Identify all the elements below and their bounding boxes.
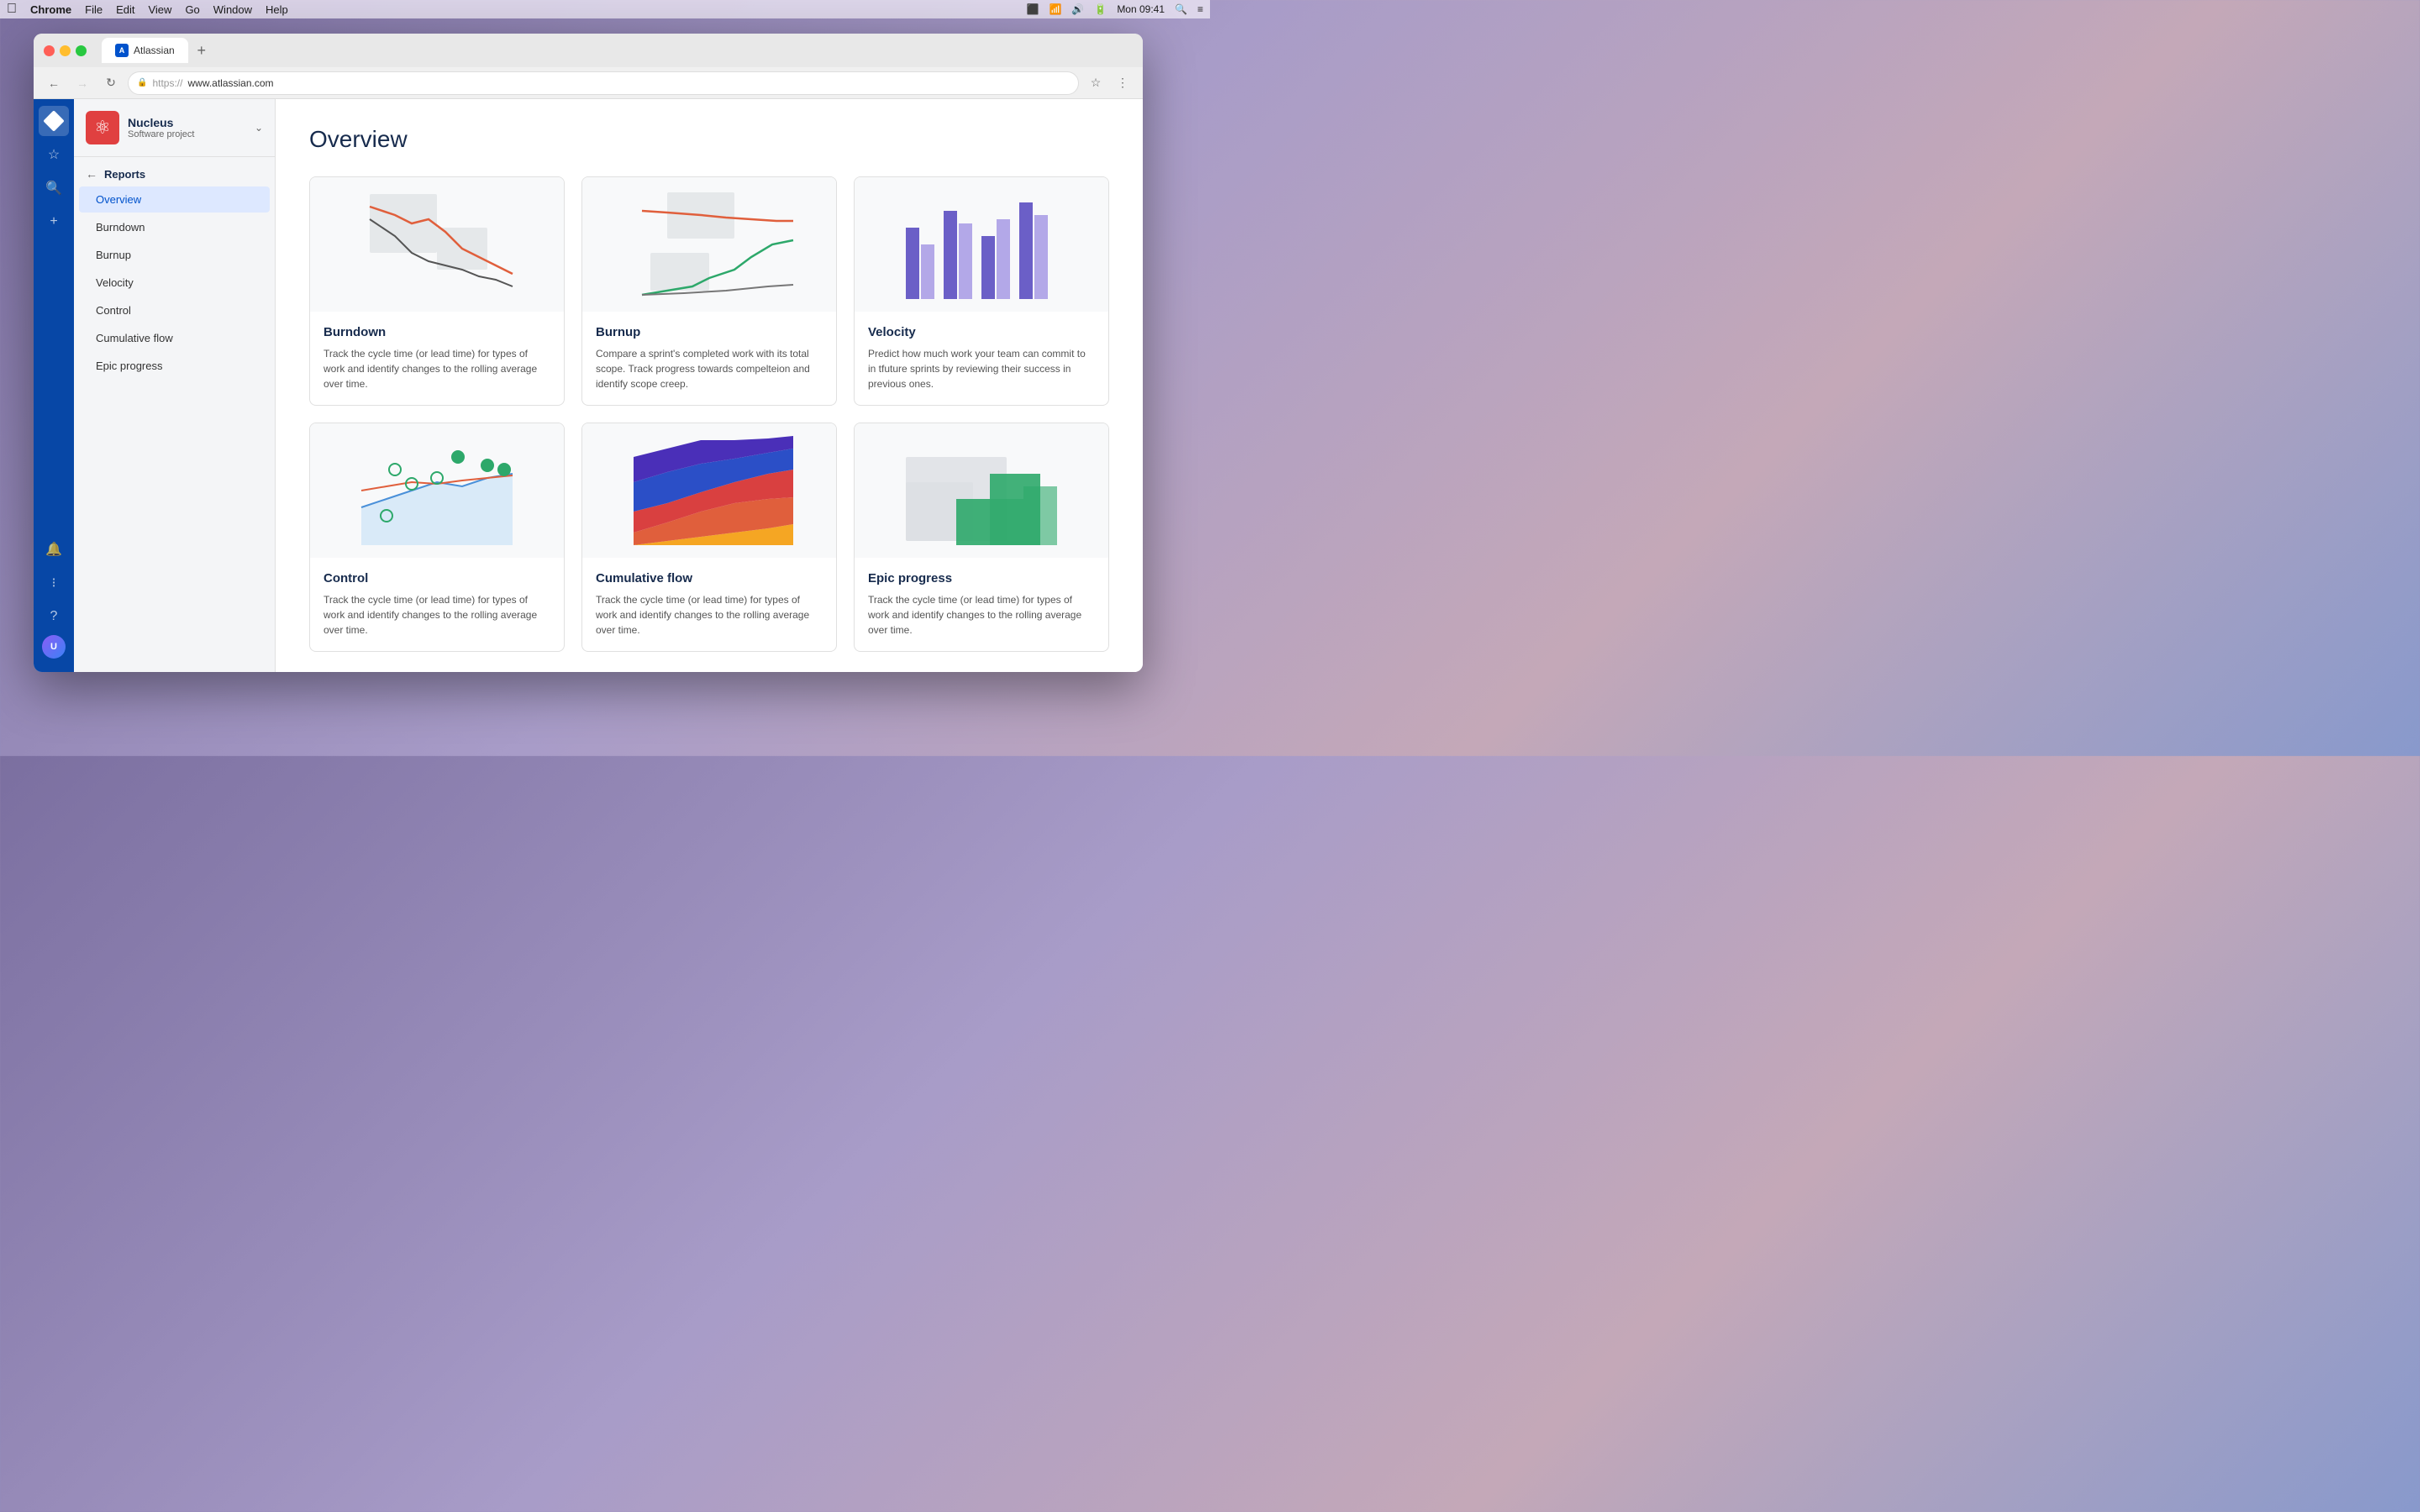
airplay-icon: ⬛: [1027, 3, 1039, 15]
file-menu[interactable]: File: [85, 3, 103, 16]
card-desc-epic: Track the cycle time (or lead time) for …: [868, 592, 1095, 638]
control-center-icon[interactable]: ≡: [1197, 3, 1203, 15]
wifi-icon: 📶: [1049, 3, 1061, 15]
user-avatar[interactable]: U: [42, 635, 66, 659]
card-title-cumulative: Cumulative flow: [596, 571, 823, 585]
card-body-epic: Epic progress Track the cycle time (or l…: [855, 558, 1108, 651]
tab-area: A Atlassian +: [102, 38, 1133, 63]
nav-section-label: Reports: [104, 168, 145, 181]
nav-item-overview[interactable]: Overview: [79, 186, 270, 213]
url-domain: www.atlassian.com: [187, 77, 273, 89]
project-chevron-icon[interactable]: ⌄: [255, 122, 263, 134]
nav-item-epic-progress[interactable]: Epic progress: [79, 353, 270, 379]
maximize-button[interactable]: [76, 45, 87, 56]
app-sidebar: ☆ 🔍 + 🔔 ⁝ ? U: [34, 99, 74, 672]
window-menu[interactable]: Window: [213, 3, 252, 16]
search-icon[interactable]: 🔍: [1175, 3, 1187, 15]
sidebar-icon-starred[interactable]: ☆: [39, 139, 69, 170]
card-title-burnup: Burnup: [596, 325, 823, 339]
card-body-control: Control Track the cycle time (or lead ti…: [310, 558, 564, 651]
edit-menu[interactable]: Edit: [116, 3, 134, 16]
sidebar-icon-help[interactable]: ?: [39, 601, 69, 632]
traffic-lights: [44, 45, 87, 56]
sidebar-icon-notifications[interactable]: 🔔: [39, 534, 69, 564]
card-burnup[interactable]: Burnup Compare a sprint's completed work…: [581, 176, 837, 406]
card-body-cumulative: Cumulative flow Track the cycle time (or…: [582, 558, 836, 651]
volume-icon: 🔊: [1071, 3, 1084, 15]
project-logo-icon: ⚛: [94, 117, 111, 139]
url-protocol: https://: [152, 77, 182, 89]
card-body-burndown: Burndown Track the cycle time (or lead t…: [310, 312, 564, 405]
reload-button[interactable]: ↻: [99, 71, 123, 95]
sidebar-icon-home[interactable]: [39, 106, 69, 136]
reports-grid: Burndown Track the cycle time (or lead t…: [309, 176, 1109, 652]
browser-toolbar: ← → ↻ 🔒 https:// www.atlassian.com ☆ ⋮: [34, 67, 1143, 99]
card-title-burndown: Burndown: [324, 325, 550, 339]
project-nav: ⚛ Nucleus Software project ⌄ ← Reports O…: [74, 99, 276, 672]
project-name: Nucleus: [128, 116, 246, 129]
browser-window: A Atlassian + ← → ↻ 🔒 https:// www.atlas…: [34, 34, 1143, 672]
forward-button[interactable]: →: [71, 71, 94, 95]
browser-tab-atlassian[interactable]: A Atlassian: [102, 38, 188, 63]
nav-item-cumulative-flow[interactable]: Cumulative flow: [79, 325, 270, 351]
card-chart-burnup: [582, 177, 836, 312]
minimize-button[interactable]: [60, 45, 71, 56]
card-body-velocity: Velocity Predict how much work your team…: [855, 312, 1108, 405]
card-chart-velocity: [855, 177, 1108, 312]
apple-menu[interactable]: : [7, 2, 17, 17]
close-button[interactable]: [44, 45, 55, 56]
card-desc-control: Track the cycle time (or lead time) for …: [324, 592, 550, 638]
card-chart-epic: [855, 423, 1108, 558]
card-title-velocity: Velocity: [868, 325, 1095, 339]
project-header: ⚛ Nucleus Software project ⌄: [74, 99, 275, 157]
project-info: Nucleus Software project: [128, 116, 246, 139]
tab-label: Atlassian: [134, 45, 175, 56]
main-content: Overview: [276, 99, 1143, 672]
battery-icon: 🔋: [1094, 3, 1107, 15]
project-type: Software project: [128, 129, 246, 139]
chrome-menu[interactable]: Chrome: [30, 3, 71, 16]
tab-favicon: A: [115, 44, 129, 57]
card-title-epic: Epic progress: [868, 571, 1095, 585]
nav-section-header: ← Reports: [74, 157, 275, 186]
view-menu[interactable]: View: [148, 3, 171, 16]
new-tab-button[interactable]: +: [192, 40, 212, 60]
card-desc-burnup: Compare a sprint's completed work with i…: [596, 346, 823, 391]
nav-item-burndown[interactable]: Burndown: [79, 214, 270, 240]
project-logo: ⚛: [86, 111, 119, 144]
card-desc-burndown: Track the cycle time (or lead time) for …: [324, 346, 550, 391]
card-burndown[interactable]: Burndown Track the cycle time (or lead t…: [309, 176, 565, 406]
card-chart-control: [310, 423, 564, 558]
card-body-burnup: Burnup Compare a sprint's completed work…: [582, 312, 836, 405]
card-chart-cumulative: [582, 423, 836, 558]
card-epic-progress[interactable]: Epic progress Track the cycle time (or l…: [854, 423, 1109, 652]
nav-item-burnup[interactable]: Burnup: [79, 242, 270, 268]
card-desc-velocity: Predict how much work your team can comm…: [868, 346, 1095, 391]
menubar:  Chrome File Edit View Go Window Help ⬛…: [0, 0, 1210, 18]
more-button[interactable]: ⋮: [1111, 71, 1134, 95]
card-control[interactable]: Control Track the cycle time (or lead ti…: [309, 423, 565, 652]
nav-item-control[interactable]: Control: [79, 297, 270, 323]
nav-item-velocity[interactable]: Velocity: [79, 270, 270, 296]
go-menu[interactable]: Go: [185, 3, 199, 16]
help-menu[interactable]: Help: [266, 3, 288, 16]
card-chart-burndown: [310, 177, 564, 312]
page-title: Overview: [309, 126, 1109, 153]
sidebar-icon-search[interactable]: 🔍: [39, 173, 69, 203]
browser-content: ☆ 🔍 + 🔔 ⁝ ? U ⚛ Nucleus Software project: [34, 99, 1143, 672]
card-cumulative-flow[interactable]: Cumulative flow Track the cycle time (or…: [581, 423, 837, 652]
card-desc-cumulative: Track the cycle time (or lead time) for …: [596, 592, 823, 638]
clock: Mon 09:41: [1117, 3, 1165, 15]
nav-back-button[interactable]: ←: [86, 167, 97, 181]
back-button[interactable]: ←: [42, 71, 66, 95]
sidebar-icon-apps[interactable]: ⁝: [39, 568, 69, 598]
address-bar[interactable]: 🔒 https:// www.atlassian.com: [128, 71, 1079, 95]
card-title-control: Control: [324, 571, 550, 585]
browser-titlebar: A Atlassian +: [34, 34, 1143, 67]
sidebar-icon-create[interactable]: +: [39, 207, 69, 237]
lock-icon: 🔒: [137, 78, 147, 87]
card-velocity[interactable]: Velocity Predict how much work your team…: [854, 176, 1109, 406]
bookmark-button[interactable]: ☆: [1084, 71, 1107, 95]
